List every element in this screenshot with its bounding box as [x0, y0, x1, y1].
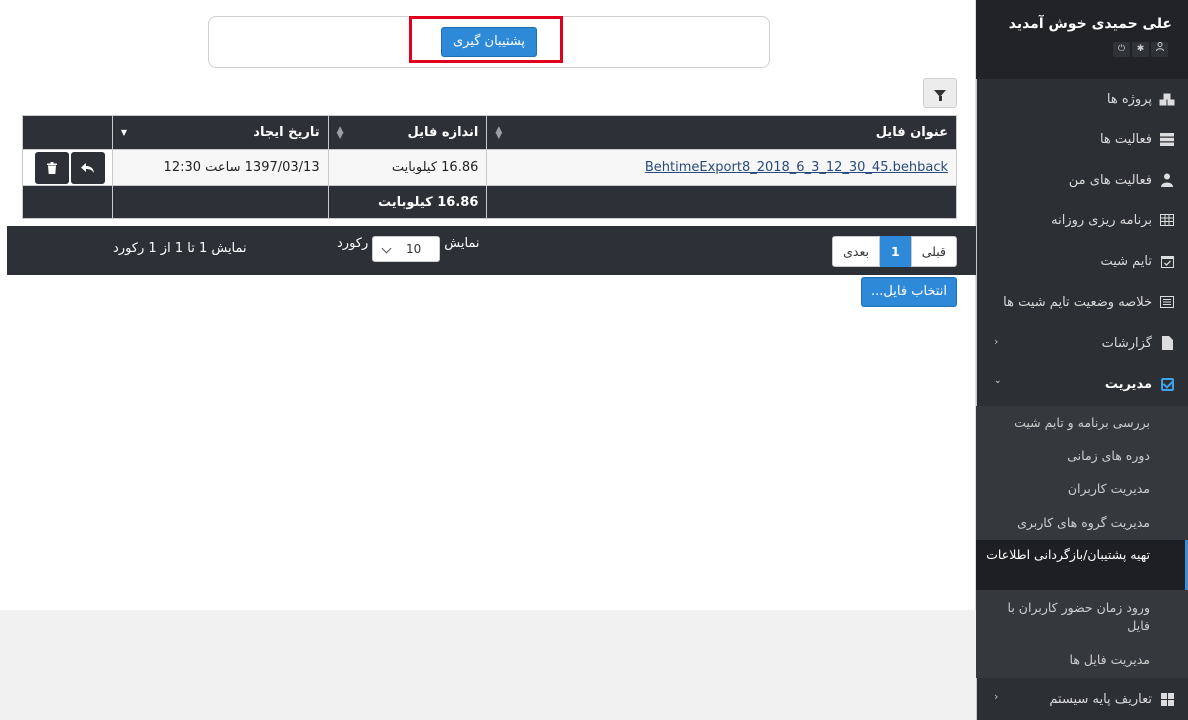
welcome-text: علی حمیدی خوش آمدید	[1008, 16, 1172, 32]
list-alt-icon	[1158, 294, 1176, 310]
sort-icon: ▲ ▼	[336, 125, 344, 141]
sort-desc-icon: ▼	[120, 128, 128, 137]
sidebar-item-daily-planning[interactable]: برنامه ریزی روزانه	[976, 200, 1188, 240]
main-area: پشتیبان گیری عنوان فایل ▲ ▼ اندازه فایل ▲…	[0, 0, 976, 720]
delete-button[interactable]	[35, 151, 69, 184]
cubes-icon	[1158, 91, 1176, 107]
page-length: نمایش 10 رکورد	[337, 236, 480, 262]
pagination-prev[interactable]: قبلی	[910, 236, 957, 267]
file-size-cell: 16.86 کیلوبایت	[327, 149, 488, 186]
file-icon	[1158, 335, 1176, 351]
filter-icon	[934, 89, 946, 101]
restore-button[interactable]	[71, 151, 105, 184]
chevron-left-icon: ‹	[994, 690, 999, 703]
file-link[interactable]: BehtimeExport8_2018_6_3_12_30_45.behback	[645, 160, 948, 175]
sidebar-item-projects[interactable]: پروژه ها	[976, 79, 1188, 119]
pagination: قبلی 1 بعدی	[832, 236, 957, 267]
reply-icon	[81, 162, 94, 173]
management-submenu: بررسی برنامه و تایم شیت دوره های زمانی م…	[976, 406, 1188, 678]
actions-cell	[22, 149, 113, 186]
content-pane	[0, 0, 976, 610]
table-icon	[1158, 212, 1176, 228]
sidebar-item-timesheet[interactable]: تایم شیت	[976, 241, 1188, 281]
table-footer-row: 16.86 کیلوبایت	[22, 185, 957, 219]
chevron-down-icon	[381, 243, 392, 254]
submenu-item-time-periods[interactable]: دوره های زمانی	[976, 447, 1188, 465]
chevron-left-icon: ‹	[994, 335, 999, 348]
chevron-down-icon: ⌄	[994, 376, 1002, 386]
submenu-item-user-groups[interactable]: مدیریت گروه های کاربری	[976, 514, 1188, 532]
sidebar-item-management[interactable]: مدیریت ⌄	[976, 364, 1188, 404]
server-icon	[1158, 131, 1176, 147]
submenu-item-review-timesheet[interactable]: بررسی برنامه و تایم شیت	[976, 414, 1188, 432]
highlight-box	[409, 16, 563, 63]
sidebar-item-reports[interactable]: گزارشات ‹	[976, 323, 1188, 363]
files-table: عنوان فایل ▲ ▼ اندازه فایل ▲ ▼ تاریخ ایجاد…	[22, 115, 957, 219]
sidebar-item-my-activities[interactable]: فعالیت های من	[976, 160, 1188, 200]
pager-bar: قبلی 1 بعدی نمایش 10 رکورد نمایش 1 تا 1 …	[7, 226, 976, 275]
check-square-icon	[1158, 376, 1176, 392]
column-header-file-size[interactable]: اندازه فایل ▲ ▼	[327, 115, 488, 150]
submenu-item-attendance-import[interactable]: ورود زمان حضور کاربران با فایل	[976, 599, 1188, 635]
page-length-records-label: رکورد	[337, 236, 369, 251]
page-length-show-label: نمایش	[444, 236, 480, 251]
trash-icon	[47, 161, 57, 174]
table-info: نمایش 1 تا 1 از 1 رکورد	[113, 241, 247, 256]
column-header-file-title[interactable]: عنوان فایل ▲ ▼	[486, 115, 957, 150]
sort-icon: ▲ ▼	[495, 125, 503, 141]
power-icon[interactable]: ⏻	[1113, 42, 1130, 57]
table-header-row: عنوان فایل ▲ ▼ اندازه فایل ▲ ▼ تاریخ ایجاد…	[22, 115, 957, 150]
pagination-page-1[interactable]: 1	[879, 236, 911, 267]
page-length-select[interactable]: 10	[372, 236, 441, 262]
pagination-next[interactable]: بعدی	[832, 236, 880, 267]
user-icon[interactable]	[1151, 42, 1168, 57]
total-size: 16.86 کیلوبایت	[327, 185, 488, 219]
created-date-cell: 1397/03/13 ساعت 12:30	[111, 149, 329, 186]
submenu-item-user-management[interactable]: مدیریت کاربران	[976, 480, 1188, 498]
th-large-icon	[1158, 691, 1176, 707]
column-header-actions	[22, 115, 113, 150]
filter-button[interactable]	[923, 78, 957, 108]
sidebar: علی حمیدی خوش آمدید ✱ ⏻ پروژه ها فعالیت …	[976, 0, 1188, 720]
column-header-created-date[interactable]: تاریخ ایجاد ▼	[111, 115, 329, 150]
submenu-item-backup-restore[interactable]: تهیه پشتیبان/بازگردانی اطلاعات	[976, 540, 1188, 590]
file-title-cell: BehtimeExport8_2018_6_3_12_30_45.behback	[486, 149, 957, 186]
submenu-item-file-management[interactable]: مدیریت فایل ها	[976, 651, 1188, 669]
table-row: BehtimeExport8_2018_6_3_12_30_45.behback…	[22, 149, 957, 186]
user-tie-icon	[1158, 172, 1176, 188]
user-actions: ✱ ⏻	[1113, 42, 1168, 57]
welcome-panel: علی حمیدی خوش آمدید ✱ ⏻	[976, 0, 1188, 79]
calendar-check-icon	[1158, 253, 1176, 269]
gear-icon[interactable]: ✱	[1132, 42, 1149, 57]
choose-file-button[interactable]: انتخاب فایل...	[861, 277, 957, 307]
sidebar-item-base-definitions[interactable]: تعاریف پایه سیستم ‹	[976, 678, 1188, 720]
sidebar-item-timesheet-summary[interactable]: خلاصه وضعیت تایم شیت ها	[976, 282, 1188, 322]
sidebar-item-activities[interactable]: فعالیت ها	[976, 119, 1188, 159]
